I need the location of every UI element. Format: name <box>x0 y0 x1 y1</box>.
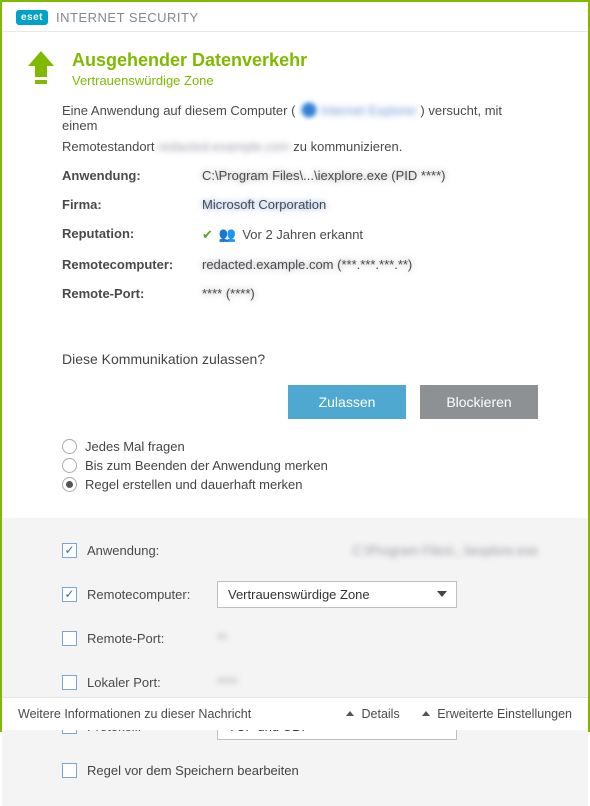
rule-label-local-port: Lokaler Port: <box>87 675 217 690</box>
window-header: eset INTERNET SECURITY <box>2 2 588 32</box>
brand-product: INTERNET SECURITY <box>56 10 199 25</box>
desc-text: Remotestandort <box>62 139 158 154</box>
rule-options-block: Anwendung: C:\Program Files\...\iexplore… <box>2 518 588 806</box>
label-application: Anwendung: <box>62 168 202 183</box>
prompt-block: Diese Kommunikation zulassen? Zulassen B… <box>2 329 588 518</box>
rule-label-edit: Regel vor dem Speichern bearbeiten <box>87 763 299 778</box>
desc-text: Eine Anwendung auf diesem Computer ( <box>62 103 295 118</box>
label-reputation: Reputation: <box>62 226 202 243</box>
rule-value-local-port: **** <box>217 675 538 690</box>
block-button[interactable]: Blockieren <box>420 385 538 419</box>
chevron-up-icon <box>422 707 430 721</box>
rule-value-application: C:\Program Files\...\iexplore.exe <box>217 543 538 558</box>
radio-icon <box>62 477 77 492</box>
desc-app-name: Internet Explorer <box>321 103 417 118</box>
radio-icon <box>62 439 77 454</box>
rule-label-remote-port: Remote-Port: <box>87 631 217 646</box>
footer-bar: Weitere Informationen zu dieser Nachrich… <box>2 697 588 730</box>
radio-label: Bis zum Beenden der Anwendung merken <box>85 458 328 473</box>
title-block: Ausgehender Datenverkehr Vertrauenswürdi… <box>2 32 588 102</box>
chevron-up-icon <box>346 707 354 721</box>
users-icon: 👥 <box>219 226 236 243</box>
rule-label-application: Anwendung: <box>87 543 217 558</box>
advanced-label: Erweiterte Einstellungen <box>437 707 572 721</box>
desc-remote-host: redacted.example.com <box>158 139 290 154</box>
prompt-question: Diese Kommunikation zulassen? <box>62 351 538 367</box>
checkbox-remote-port[interactable] <box>62 631 77 646</box>
radio-ask-each-time[interactable]: Jedes Mal fragen <box>62 439 538 454</box>
allow-button[interactable]: Zulassen <box>288 385 406 419</box>
brand-badge: eset <box>16 10 48 25</box>
reputation-text: Vor 2 Jahren erkannt <box>242 227 363 242</box>
description-block: Eine Anwendung auf diesem Computer ( Int… <box>2 102 588 301</box>
outgoing-arrow-icon <box>26 51 56 87</box>
desc-text: zu kommunizieren. <box>293 139 402 154</box>
advanced-settings-toggle[interactable]: Erweiterte Einstellungen <box>422 707 572 721</box>
value-company: Microsoft Corporation <box>202 197 528 212</box>
rule-label-remote: Remotecomputer: <box>87 587 217 602</box>
value-reputation: ✔ 👥 Vor 2 Jahren erkannt <box>202 226 528 243</box>
label-remote-port: Remote-Port: <box>62 286 202 301</box>
value-application: C:\Program Files\...\iexplore.exe (PID *… <box>202 168 528 183</box>
select-value: Vertrauenswürdige Zone <box>228 587 370 602</box>
value-remote-computer: redacted.example.com (***.***.***.**) <box>202 257 528 272</box>
radio-label: Jedes Mal fragen <box>85 439 185 454</box>
details-toggle[interactable]: Details <box>346 707 400 721</box>
select-remote-computer[interactable]: Vertrauenswürdige Zone <box>217 581 457 608</box>
checkbox-edit-rule[interactable] <box>62 763 77 778</box>
label-company: Firma: <box>62 197 202 212</box>
radio-label: Regel erstellen und dauerhaft merken <box>85 477 303 492</box>
app-icon <box>301 102 317 118</box>
check-icon: ✔ <box>202 227 213 243</box>
radio-create-rule[interactable]: Regel erstellen und dauerhaft merken <box>62 477 538 492</box>
radio-remember-until-close[interactable]: Bis zum Beenden der Anwendung merken <box>62 458 538 473</box>
value-remote-port: **** (****) <box>202 286 528 301</box>
label-remote-computer: Remotecomputer: <box>62 257 202 272</box>
checkbox-remote-computer[interactable] <box>62 587 77 602</box>
dialog-title: Ausgehender Datenverkehr <box>72 50 307 71</box>
details-label: Details <box>362 707 400 721</box>
radio-icon <box>62 458 77 473</box>
checkbox-application[interactable] <box>62 543 77 558</box>
dialog-subtitle: Vertrauenswürdige Zone <box>72 73 307 88</box>
more-info-link[interactable]: Weitere Informationen zu dieser Nachrich… <box>18 707 251 721</box>
checkbox-local-port[interactable] <box>62 675 77 690</box>
rule-value-remote-port: ** <box>217 631 538 646</box>
